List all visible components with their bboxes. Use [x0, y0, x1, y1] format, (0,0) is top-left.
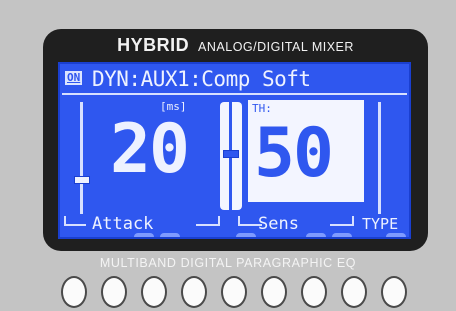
- lcd-dot: [332, 233, 352, 237]
- lcd-dot: [386, 233, 406, 237]
- lcd-dot: [160, 233, 180, 237]
- eq-button-9[interactable]: [381, 276, 407, 308]
- middle-fader[interactable]: [220, 102, 242, 210]
- lcd-screen: ON DYN:AUX1:Comp Soft [ms] 20 TH: 50 Att…: [58, 62, 411, 239]
- mixer-subtitle: ANALOG/DIGITAL MIXER: [198, 40, 354, 54]
- eq-button-2[interactable]: [101, 276, 127, 308]
- lcd-header-bar: ON DYN:AUX1:Comp Soft: [62, 67, 407, 95]
- display-bezel: HYBRID ANALOG/DIGITAL MIXER ON DYN:AUX1:…: [43, 29, 428, 251]
- eq-button-6[interactable]: [261, 276, 287, 308]
- eq-section-label: MULTIBAND DIGITAL PARAGRAPHIC EQ: [99, 256, 357, 270]
- eq-button-3[interactable]: [141, 276, 167, 308]
- bezel-title: HYBRID ANALOG/DIGITAL MIXER: [43, 35, 428, 56]
- lcd-dot: [306, 233, 326, 237]
- eq-button-7[interactable]: [301, 276, 327, 308]
- eq-button-1[interactable]: [61, 276, 87, 308]
- left-fader-rail: [80, 102, 83, 214]
- attack-label: Attack: [92, 214, 154, 234]
- attack-bracket-right: [196, 216, 220, 226]
- attack-bracket-left: [64, 216, 86, 226]
- eq-button-4[interactable]: [181, 276, 207, 308]
- on-toggle[interactable]: ON: [65, 71, 83, 85]
- sens-label: Sens: [258, 214, 299, 234]
- left-fader-knob[interactable]: [74, 176, 90, 184]
- mixer-panel: HYBRID ANALOG/DIGITAL MIXER ON DYN:AUX1:…: [0, 0, 456, 311]
- sens-parameter: TH: 50: [248, 100, 364, 202]
- type-label: TYPE: [362, 215, 399, 233]
- eq-button-5[interactable]: [221, 276, 247, 308]
- dynamics-header: DYN:AUX1:Comp Soft: [92, 67, 311, 91]
- middle-fader-knob[interactable]: [223, 150, 239, 158]
- attack-value: 20: [110, 110, 190, 189]
- lcd-dot: [134, 233, 154, 237]
- eq-button-8[interactable]: [341, 276, 367, 308]
- brand-label: HYBRID: [117, 35, 190, 55]
- left-fader[interactable]: [74, 102, 90, 214]
- sens-value: 50: [254, 114, 334, 193]
- sens-bracket-right: [330, 216, 354, 226]
- lcd-dot: [236, 233, 256, 237]
- type-divider: [378, 102, 381, 214]
